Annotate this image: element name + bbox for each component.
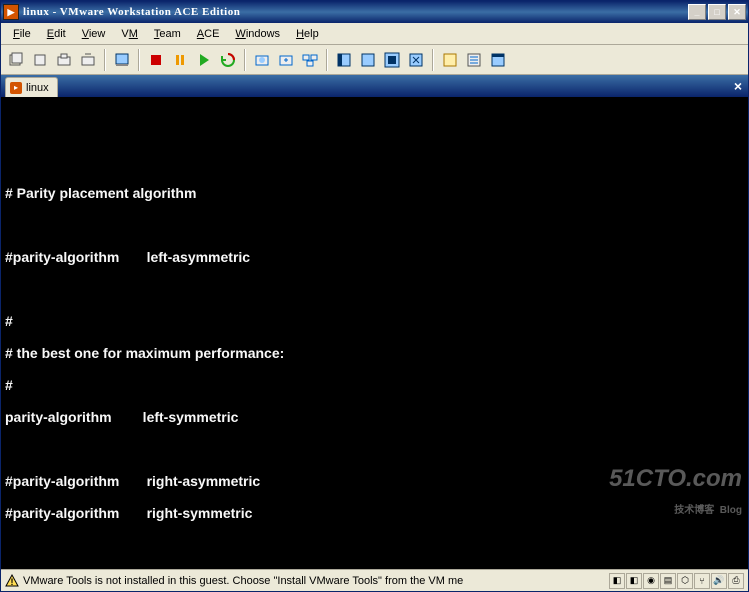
play-button[interactable] [193,49,215,71]
term-line: # [5,377,744,393]
tray-usb-icon[interactable]: ⑂ [694,573,710,589]
tray-sound-icon[interactable]: 🔊 [711,573,727,589]
menu-windows[interactable]: Windows [227,26,288,42]
revert-icon[interactable] [275,49,297,71]
term-line: # [5,313,744,329]
tray-hdd2-icon[interactable]: ◧ [626,573,642,589]
view2-icon[interactable] [357,49,379,71]
menu-view[interactable]: View [74,26,114,42]
quickswitch-icon[interactable] [487,49,509,71]
maximize-button[interactable]: □ [708,4,726,20]
term-line: #parity-algorithm right-symmetric [5,505,744,521]
menu-edit[interactable]: Edit [39,26,74,42]
reset-button[interactable] [217,49,239,71]
console-icon[interactable] [463,49,485,71]
app-icon: ▶ [3,4,19,20]
term-line: #parity-algorithm right-asymmetric [5,473,744,489]
tray-net-icon[interactable]: ⬡ [677,573,693,589]
warning-icon: ! [5,574,19,588]
menu-help[interactable]: Help [288,26,327,42]
summary-icon[interactable] [439,49,461,71]
term-line [5,281,744,297]
tab-label: linux [26,82,49,94]
stop-button[interactable] [145,49,167,71]
term-line [5,537,744,553]
device-tray: ◧ ◧ ◉ ▤ ⬡ ⑂ 🔊 ⎙ [609,573,744,589]
term-line: parity-algorithm left-symmetric [5,409,744,425]
unity-icon[interactable] [405,49,427,71]
tray-hdd-icon[interactable]: ◧ [609,573,625,589]
close-button[interactable]: ✕ [728,4,746,20]
snapshot-icon[interactable] [251,49,273,71]
tray-printer-icon[interactable]: ⎙ [728,573,744,589]
term-line: # the best one for maximum performance: [5,345,744,361]
term-line: # Parity placement algorithm [5,185,744,201]
terminal[interactable]: # Parity placement algorithm #parity-alg… [1,97,748,569]
menu-vm[interactable]: VM [113,26,146,42]
tray-floppy-icon[interactable]: ▤ [660,573,676,589]
svg-text:!: ! [11,577,14,587]
menu-ace[interactable]: ACE [189,26,228,42]
view1-icon[interactable] [333,49,355,71]
menu-bar: File Edit View VM Team ACE Windows Help [1,23,748,45]
poweron-icon[interactable] [5,49,27,71]
menu-file[interactable]: File [5,26,39,42]
tool4-icon[interactable] [77,49,99,71]
tool3-icon[interactable] [53,49,75,71]
fullscreen-icon[interactable] [381,49,403,71]
term-line [5,441,744,457]
manage-icon[interactable] [299,49,321,71]
toolbar [1,45,748,75]
tool5-icon[interactable] [111,49,133,71]
pause-button[interactable] [169,49,191,71]
status-text: VMware Tools is not installed in this gu… [23,575,609,587]
connect-icon[interactable] [29,49,51,71]
tab-bar: ▸ linux × [1,75,748,97]
term-line [5,217,744,233]
tray-cd-icon[interactable]: ◉ [643,573,659,589]
tab-linux[interactable]: ▸ linux [5,77,58,97]
status-bar: ! VMware Tools is not installed in this … [1,569,748,591]
tab-vm-icon: ▸ [10,82,22,94]
window-title: linux - VMware Workstation ACE Edition [23,6,688,18]
tab-close-button[interactable]: × [734,78,742,94]
minimize-button[interactable]: _ [688,4,706,20]
title-bar: ▶ linux - VMware Workstation ACE Edition… [1,1,748,23]
menu-team[interactable]: Team [146,26,189,42]
term-line: #parity-algorithm left-asymmetric [5,249,744,265]
